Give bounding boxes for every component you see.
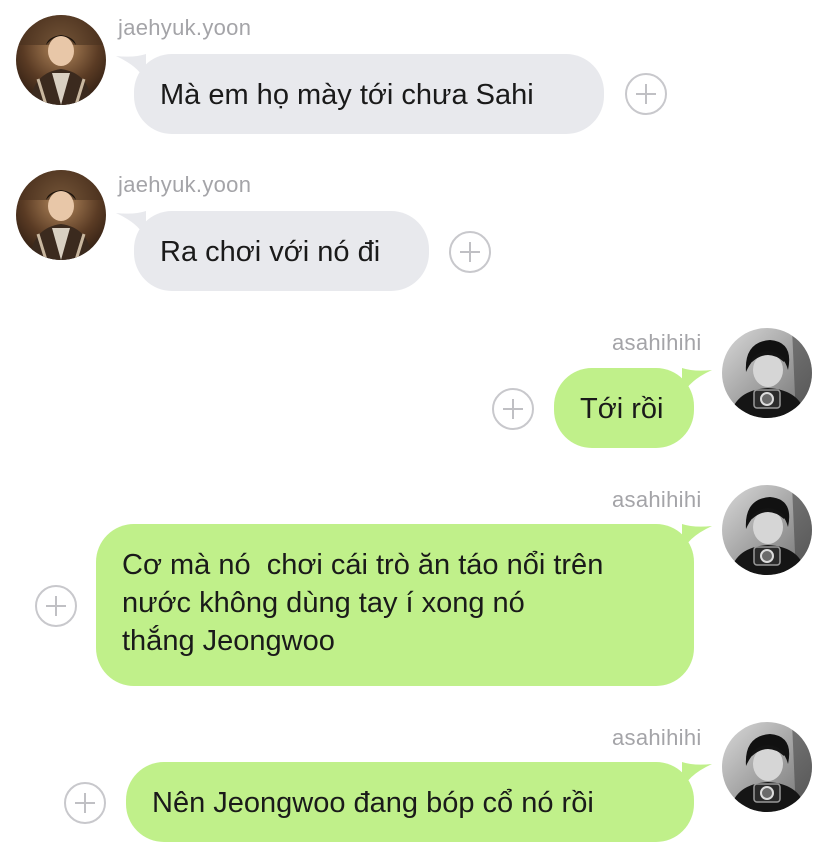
message-text: Tới rồi (580, 393, 664, 425)
plus-circle-icon[interactable] (449, 231, 491, 273)
message-bubble[interactable]: Mà em họ mày tới chưa Sahi (134, 54, 604, 134)
plus-circle-icon[interactable] (625, 73, 667, 115)
sender-avatar[interactable] (16, 15, 106, 105)
avatar-photo-icon (16, 170, 106, 260)
sender-name: asahihihi (612, 725, 702, 750)
sender-name: asahihihi (612, 487, 702, 512)
message-text: Ra chơi với nó đi (160, 236, 381, 268)
plus-circle-icon[interactable] (64, 782, 106, 824)
message-text: Mà em họ mày tới chưa Sahi (160, 79, 534, 111)
message-bubble[interactable]: Ra chơi với nó đi (134, 211, 429, 291)
message-text: Cơ mà nó chơi cái trò ăn táo nổi trên nư… (122, 549, 604, 657)
message-bubble[interactable]: Tới rồi (554, 368, 694, 448)
sender-name: asahihihi (612, 330, 702, 355)
sender-name: jaehyuk.yoon (118, 172, 252, 197)
bubble-tail (116, 211, 146, 241)
avatar-photo-icon (722, 485, 812, 575)
sender-avatar[interactable] (722, 328, 812, 418)
plus-circle-icon[interactable] (35, 585, 77, 627)
avatar-photo-icon (722, 722, 812, 812)
message-bubble[interactable]: Cơ mà nó chơi cái trò ăn táo nổi trên nư… (96, 524, 694, 686)
plus-circle-icon[interactable] (492, 388, 534, 430)
sender-avatar[interactable] (722, 485, 812, 575)
avatar-photo-icon (722, 328, 812, 418)
message-bubble[interactable]: Nên Jeongwoo đang bóp cổ nó rồi (126, 762, 694, 842)
sender-avatar[interactable] (722, 722, 812, 812)
bubble-tail (116, 54, 146, 84)
sender-avatar[interactable] (16, 170, 106, 260)
bubble-tail (682, 524, 712, 554)
message-text: Nên Jeongwoo đang bóp cổ nó rồi (152, 787, 594, 819)
bubble-tail (682, 368, 712, 398)
bubble-tail (682, 762, 712, 792)
sender-name: jaehyuk.yoon (118, 15, 252, 40)
avatar-photo-icon (16, 15, 106, 105)
